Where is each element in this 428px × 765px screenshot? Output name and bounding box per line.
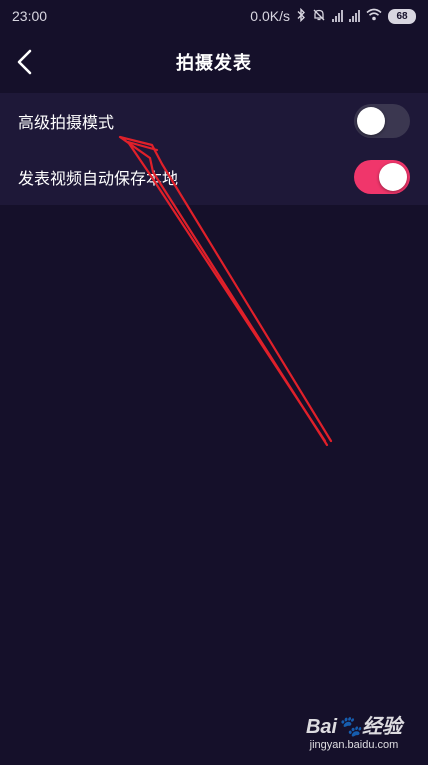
wifi-icon bbox=[366, 8, 382, 24]
mute-bell-icon bbox=[312, 8, 326, 25]
nav-bar: 拍摄发表 bbox=[0, 32, 428, 92]
page-title: 拍摄发表 bbox=[176, 53, 252, 74]
bluetooth-icon bbox=[296, 7, 306, 25]
signal-icon bbox=[332, 10, 343, 22]
status-time: 23:00 bbox=[12, 8, 48, 24]
signal-icon-2 bbox=[349, 10, 360, 22]
setting-label: 发表视频自动保存本地 bbox=[18, 169, 179, 188]
toggle-knob bbox=[357, 107, 385, 135]
setting-row-auto-save[interactable]: 发表视频自动保存本地 bbox=[0, 149, 428, 205]
setting-row-advanced-shooting[interactable]: 高级拍摄模式 bbox=[0, 93, 428, 149]
status-bar: 23:00 0.0K/s 68 bbox=[0, 0, 428, 32]
settings-list: 高级拍摄模式 发表视频自动保存本地 bbox=[0, 93, 428, 205]
status-icons: 0.0K/s 68 bbox=[250, 7, 416, 25]
watermark-url: jingyan.baidu.com bbox=[309, 739, 399, 751]
baidu-jingyan-watermark: Bai🐾经验 jingyan.baidu.com bbox=[306, 710, 402, 751]
toggle-knob bbox=[379, 163, 407, 191]
network-speed: 0.0K/s bbox=[250, 8, 290, 24]
back-button[interactable] bbox=[10, 46, 42, 78]
chevron-left-icon bbox=[17, 49, 32, 75]
setting-label: 高级拍摄模式 bbox=[18, 113, 115, 132]
advanced-shooting-toggle[interactable] bbox=[354, 104, 410, 138]
baidu-logo: Bai🐾经验 bbox=[305, 716, 402, 738]
battery-icon: 68 bbox=[388, 8, 416, 24]
auto-save-toggle[interactable] bbox=[354, 160, 410, 194]
